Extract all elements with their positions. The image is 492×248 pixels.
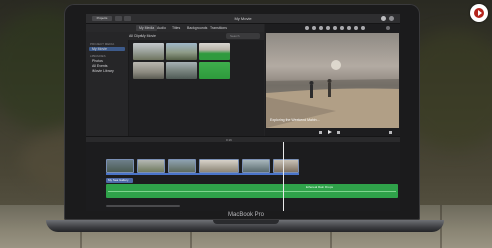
play-icon[interactable]: [328, 130, 332, 134]
library-sidebar: PROJECT MEDIA My Movie LIBRARIES Photos …: [86, 40, 129, 136]
music-track-label: Ethereal Rain Drops: [306, 185, 334, 189]
browser-toolbar: All Clips My Movie Search: [86, 32, 264, 40]
preview-viewer: Exploring the Weekend Mahin...: [265, 24, 400, 136]
timeline-video-clip[interactable]: [137, 159, 165, 173]
fullscreen-icon[interactable]: [389, 131, 392, 134]
skip-back-icon[interactable]: [319, 131, 322, 134]
media-thumbnail[interactable]: [133, 43, 164, 60]
playhead[interactable]: [283, 142, 284, 211]
timeline-video-clip[interactable]: [199, 159, 239, 173]
toolbar-button[interactable]: [115, 16, 122, 21]
media-thumbnail[interactable]: [133, 62, 164, 79]
media-thumbnail[interactable]: [166, 43, 197, 60]
search-field[interactable]: Search: [226, 33, 260, 39]
viewer-toolbar: [265, 24, 400, 32]
volume-icon[interactable]: [333, 26, 337, 30]
timeline-music-track[interactable]: Ethereal Rain Drops: [106, 184, 398, 198]
timeline-video-clip[interactable]: [106, 159, 134, 173]
timeline-scrollbar[interactable]: [106, 205, 180, 207]
filter-icon[interactable]: [354, 26, 358, 30]
share-icon[interactable]: [381, 16, 386, 21]
all-clips-filter[interactable]: All Clips: [129, 33, 142, 39]
skip-forward-icon[interactable]: [337, 131, 340, 134]
app-toolbar: Projects My Movie: [86, 14, 400, 24]
timeline-video-clip[interactable]: [168, 159, 196, 173]
library-item-my-movie[interactable]: My Movie: [89, 47, 125, 51]
playback-controls: [265, 128, 400, 136]
toolbar-button[interactable]: [124, 16, 131, 21]
beach-scene: [266, 60, 399, 128]
laptop-notch: [213, 220, 279, 224]
color-correction-icon[interactable]: [312, 26, 316, 30]
laptop-model-label: MacBook Pro: [227, 212, 264, 218]
library-item-photos[interactable]: Photos: [92, 59, 103, 63]
browser-project-label: My Movie: [141, 34, 156, 38]
library-item-imovie-library[interactable]: iMovie Library: [92, 69, 114, 73]
crop-icon[interactable]: [319, 26, 323, 30]
speed-icon[interactable]: [347, 26, 351, 30]
laptop-screen: Projects My Movie My Media Audio Titles …: [86, 14, 400, 211]
tab-titles[interactable]: Titles: [169, 25, 183, 31]
info-icon[interactable]: [361, 26, 365, 30]
library-section-header: LIBRARIES: [90, 54, 106, 58]
play-logo-icon[interactable]: [470, 4, 488, 22]
timeline-video-clip[interactable]: [242, 159, 270, 173]
tab-transitions[interactable]: Transitions: [207, 25, 230, 31]
library-item-all-events[interactable]: All Events: [92, 64, 108, 68]
color-balance-icon[interactable]: [305, 26, 309, 30]
timeline: My Sea Gallery Ethereal Rain Drops: [86, 142, 400, 211]
projects-back-button[interactable]: Projects: [92, 16, 112, 21]
clip-browser: [129, 40, 264, 136]
video-preview[interactable]: Exploring the Weekend Mahin...: [266, 33, 399, 128]
noise-reduction-icon[interactable]: [340, 26, 344, 30]
timeline-audio-waveform: [106, 173, 299, 175]
tab-audio[interactable]: Audio: [154, 25, 169, 31]
reset-icon[interactable]: [386, 26, 390, 30]
settings-icon[interactable]: [389, 16, 394, 21]
media-thumbnail[interactable]: [166, 62, 197, 79]
title-overlay: Exploring the Weekend Mahin...: [270, 118, 320, 122]
timeline-title-clip[interactable]: My Sea Gallery: [106, 178, 133, 183]
timeline-video-clip[interactable]: [273, 159, 299, 173]
browser-tabs: My Media Audio Titles Backgrounds Transi…: [86, 24, 264, 32]
library-section-header: PROJECT MEDIA: [90, 42, 115, 46]
stabilization-icon[interactable]: [326, 26, 330, 30]
window-title: My Movie: [234, 16, 252, 21]
media-thumbnail[interactable]: [199, 43, 230, 60]
media-thumbnail[interactable]: [199, 62, 230, 79]
volume-line[interactable]: [108, 191, 396, 192]
